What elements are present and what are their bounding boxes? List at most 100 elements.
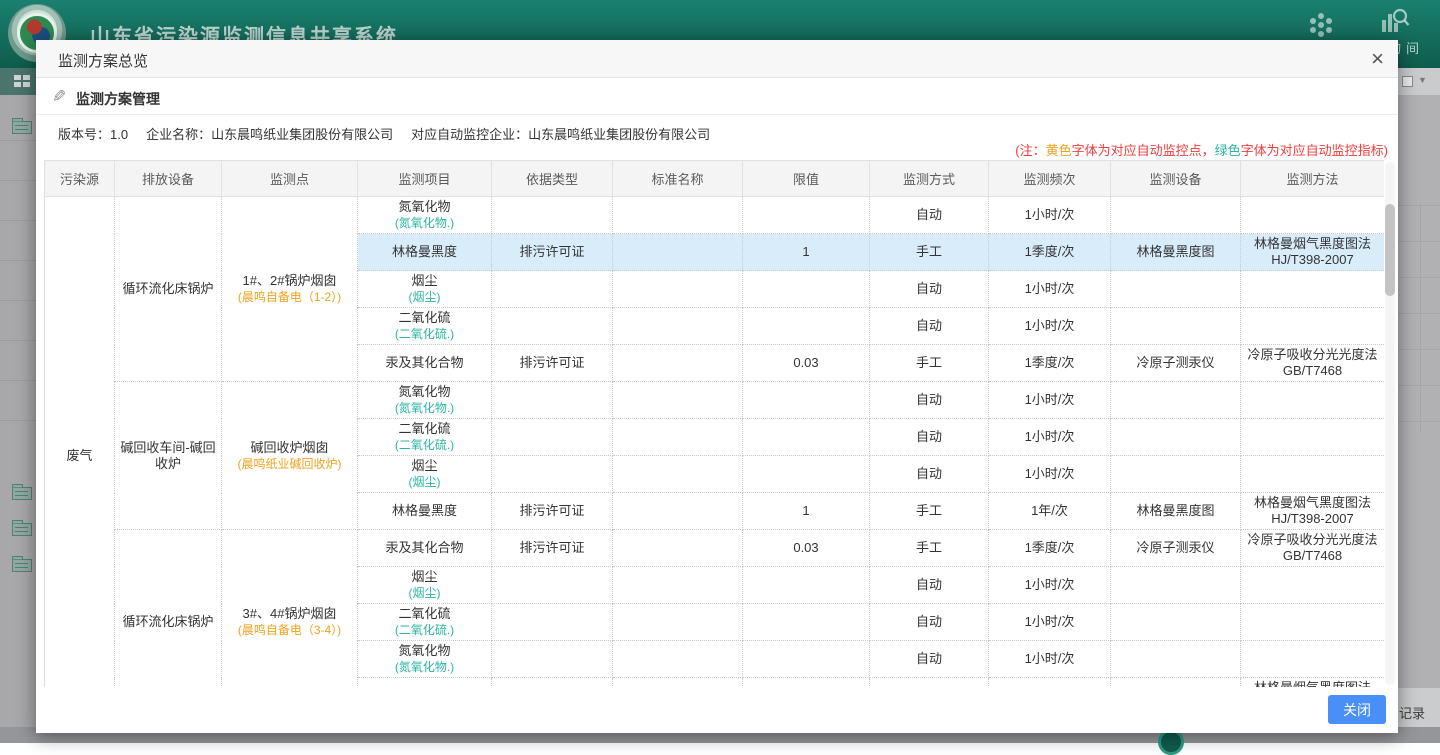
mini-select-icon[interactable] [1402, 76, 1413, 87]
cell-monitor-frequency: 1小时/次 [989, 419, 1111, 456]
cell-monitor-frequency: 1小时/次 [989, 456, 1111, 493]
monitoring-plan-table-wrap: 污染源排放设备监测点监测项目依据类型标准名称限值监测方式监测频次监测设备监测方法… [44, 160, 1384, 687]
apps-dots-icon[interactable] [1318, 22, 1324, 28]
column-header: 监测频次 [989, 161, 1111, 197]
grid-menu-icon[interactable] [14, 75, 30, 88]
cell-monitor-mode: 手工 [870, 678, 989, 688]
cell-monitor-mode: 手工 [870, 493, 989, 530]
cell-limit [743, 567, 870, 604]
cell-monitor-mode: 手工 [870, 345, 989, 382]
folder-icon[interactable] [12, 487, 32, 500]
cell-pollutant: 废气 [45, 197, 115, 688]
cell-monitor-frequency: 1小时/次 [989, 604, 1111, 641]
cell-standard-name [613, 197, 743, 234]
cell-monitor-mode: 自动 [870, 567, 989, 604]
cell-item: 氮氧化物(氮氧化物.) [358, 197, 492, 234]
close-button[interactable]: 关闭 [1328, 695, 1386, 724]
cell-monitor-point: 1#、2#锅炉烟囱(晨鸣自备电（1-2）) [222, 197, 358, 382]
cell-item: 氮氧化物(氮氧化物.) [358, 641, 492, 678]
auto-company-value: 山东晨鸣纸业集团股份有限公司 [528, 127, 710, 142]
cell-basis-type [492, 604, 613, 641]
cell-limit [743, 419, 870, 456]
auto-company-label: 对应自动监控企业： [411, 127, 528, 142]
cell-monitor-device: 林格曼黑度图 [1111, 234, 1241, 271]
cell-monitor-point: 碱回收炉烟囱(晨鸣纸业碱回收炉) [222, 382, 358, 530]
cell-basis-type: 排污许可证 [492, 345, 613, 382]
cell-monitor-device: 林格曼黑度图 [1111, 678, 1241, 688]
cell-monitor-frequency: 1小时/次 [989, 197, 1111, 234]
close-icon[interactable]: × [1371, 46, 1384, 72]
cell-monitor-method [1241, 308, 1385, 345]
column-header: 污染源 [45, 161, 115, 197]
cell-item: 林格曼黑度 [358, 493, 492, 530]
cell-monitor-method [1241, 641, 1385, 678]
legend-note: (注：黄色字体为对应自动监控点，绿色字体为对应自动监控指标) [1015, 140, 1388, 159]
cell-monitor-mode: 手工 [870, 234, 989, 271]
cell-monitor-device [1111, 604, 1241, 641]
cell-limit: 1 [743, 493, 870, 530]
version-value: 1.0 [110, 127, 128, 142]
column-header: 监测方式 [870, 161, 989, 197]
cell-monitor-frequency: 1年/次 [989, 493, 1111, 530]
cell-monitor-device [1111, 567, 1241, 604]
cell-basis-type: 排污许可证 [492, 493, 613, 530]
cell-basis-type [492, 456, 613, 493]
column-header: 限值 [743, 161, 870, 197]
modal-scrollbar[interactable] [1385, 162, 1395, 685]
cell-equipment: 碱回收车间-碱回收炉 [115, 382, 222, 530]
monitoring-plan-modal: 监测方案总览 × ✎ 监测方案管理 版本号：1.0企业名称：山东晨鸣纸业集团股份… [36, 40, 1398, 733]
cell-item: 汞及其化合物 [358, 530, 492, 567]
section-title: 监测方案管理 [76, 89, 160, 109]
scrollbar-thumb[interactable] [1385, 204, 1395, 296]
cell-item: 烟尘(烟尘) [358, 271, 492, 308]
cell-limit [743, 456, 870, 493]
cell-equipment: 循环流化床锅炉 [115, 530, 222, 688]
cell-item: 汞及其化合物 [358, 345, 492, 382]
analytics-search-icon[interactable] [1380, 8, 1410, 39]
cell-limit [743, 641, 870, 678]
background-records: 记录 [1398, 688, 1440, 727]
cell-monitor-method: 冷原子吸收分光光度法GB/T7468 [1241, 530, 1385, 567]
cell-basis-type: 排污许可证 [492, 678, 613, 688]
cell-item: 烟尘(烟尘) [358, 456, 492, 493]
cell-limit [743, 197, 870, 234]
cell-standard-name [613, 678, 743, 688]
table-row[interactable]: 循环流化床锅炉3#、4#锅炉烟囱(晨鸣自备电（3-4）)汞及其化合物排污许可证0… [45, 530, 1385, 567]
cell-monitor-device [1111, 419, 1241, 456]
cell-standard-name [613, 456, 743, 493]
cell-basis-type [492, 197, 613, 234]
folder-icon[interactable] [12, 559, 32, 572]
company-value: 山东晨鸣纸业集团股份有限公司 [211, 127, 393, 142]
table-row[interactable]: 碱回收车间-碱回收炉碱回收炉烟囱(晨鸣纸业碱回收炉)氮氧化物(氮氧化物.)自动1… [45, 382, 1385, 419]
cell-item: 林格曼黑度 [358, 234, 492, 271]
background-table-edge [1398, 95, 1440, 688]
cell-item: 氮氧化物(氮氧化物.) [358, 382, 492, 419]
table-row[interactable]: 废气循环流化床锅炉1#、2#锅炉烟囱(晨鸣自备电（1-2）)氮氧化物(氮氧化物.… [45, 197, 1385, 234]
cell-item: 烟尘(烟尘) [358, 567, 492, 604]
cell-standard-name [613, 493, 743, 530]
cell-monitor-method: 林格曼烟气黑度图法HJ/T398-2007 [1241, 234, 1385, 271]
cell-monitor-method [1241, 271, 1385, 308]
legend-green: 绿色 [1215, 143, 1241, 158]
company-label: 企业名称： [146, 127, 211, 142]
cell-monitor-method [1241, 456, 1385, 493]
cell-limit [743, 382, 870, 419]
cell-monitor-frequency: 1季度/次 [989, 678, 1111, 688]
pen-icon: ✎ [52, 87, 66, 107]
chevron-down-icon[interactable]: ▼ [1418, 75, 1427, 85]
cell-standard-name [613, 419, 743, 456]
cell-monitor-method: 林格曼烟气黑度图法HJ/T398-2007 [1241, 493, 1385, 530]
folder-icon[interactable] [12, 523, 32, 536]
cell-monitor-method [1241, 567, 1385, 604]
cell-basis-type: 排污许可证 [492, 530, 613, 567]
cell-monitor-mode: 自动 [870, 604, 989, 641]
cell-monitor-device: 冷原子测汞仪 [1111, 530, 1241, 567]
column-header: 排放设备 [115, 161, 222, 197]
cell-monitor-device: 冷原子测汞仪 [1111, 345, 1241, 382]
modal-header: 监测方案总览 × [36, 40, 1398, 78]
column-header: 依据类型 [492, 161, 613, 197]
column-header: 监测项目 [358, 161, 492, 197]
folder-icon[interactable] [12, 121, 32, 134]
cell-standard-name [613, 271, 743, 308]
cell-basis-type [492, 641, 613, 678]
